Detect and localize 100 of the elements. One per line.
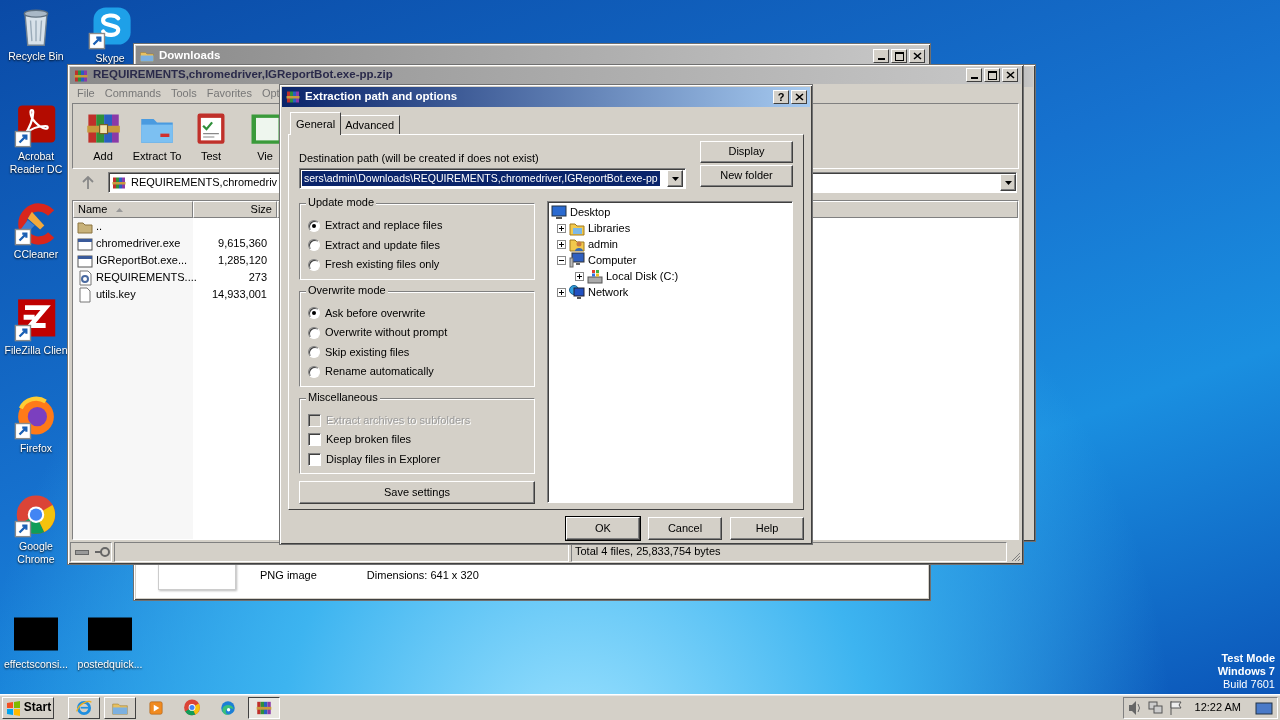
- os-notice-text: Build 7601: [1223, 678, 1275, 691]
- collapse-icon[interactable]: [557, 255, 566, 265]
- file-name[interactable]: chromedriver.exe: [96, 236, 181, 251]
- option-label[interactable]: Display files in Explorer: [326, 452, 441, 467]
- os-notice-text: Test Mode: [1221, 652, 1275, 665]
- browser-icon: [219, 698, 237, 717]
- option-label[interactable]: Overwrite without prompt: [325, 326, 448, 340]
- file-icon: [77, 286, 93, 303]
- close-button[interactable]: [1002, 68, 1018, 82]
- expand-icon[interactable]: [557, 239, 566, 249]
- option-label[interactable]: Rename automatically: [325, 365, 434, 379]
- taskbar-app-button[interactable]: [248, 696, 280, 719]
- file-name[interactable]: ..: [96, 219, 103, 234]
- dialog-button[interactable]: Display: [700, 141, 793, 163]
- expand-icon[interactable]: [557, 287, 566, 297]
- close-button[interactable]: [791, 90, 807, 104]
- browser-icon: [75, 698, 93, 717]
- dialog-button[interactable]: New folder: [700, 165, 793, 187]
- file-size: 273: [248, 270, 267, 285]
- desktop-icon-label[interactable]: Google Chrome: [3, 540, 69, 566]
- up-arrow-icon: [82, 175, 94, 190]
- toolbar-button[interactable]: Add: [77, 108, 129, 164]
- radio-button[interactable]: [308, 258, 320, 271]
- save-settings-button[interactable]: Save settings: [299, 481, 535, 505]
- desktop-app-icon[interactable]: [88, 6, 132, 50]
- desktop-icon-label[interactable]: effectsconsi...: [4, 658, 68, 671]
- tree-item[interactable]: Desktop: [570, 205, 611, 219]
- file-size: 1,285,120: [218, 253, 267, 268]
- sort-arrow-icon: [115, 206, 125, 213]
- desktop-icon-label[interactable]: CCleaner: [13, 248, 59, 261]
- dialog-button[interactable]: Cancel: [648, 517, 722, 540]
- minimize-button[interactable]: [966, 68, 982, 82]
- desktop-icon-label[interactable]: Recycle Bin: [8, 50, 64, 63]
- maximize-button[interactable]: [984, 68, 1000, 82]
- maximize-button[interactable]: [891, 49, 907, 63]
- checkbox[interactable]: [308, 452, 321, 466]
- network-icon: [1147, 699, 1163, 716]
- radio-button[interactable]: [308, 346, 320, 359]
- desktop-app-icon[interactable]: [14, 104, 58, 148]
- dialog-button[interactable]: OK: [566, 517, 640, 540]
- close-button[interactable]: [909, 49, 925, 63]
- desktop-app-icon[interactable]: [14, 494, 58, 538]
- option-label[interactable]: Keep broken files: [326, 433, 411, 447]
- expand-icon[interactable]: [557, 223, 566, 233]
- file-size: 14,933,001: [211, 287, 267, 302]
- flag-icon: [1168, 699, 1183, 716]
- tree-item[interactable]: Libraries: [588, 221, 631, 235]
- start-button[interactable]: Start: [2, 696, 54, 719]
- minimize-icon: [970, 77, 978, 79]
- tree-item[interactable]: Network: [588, 285, 629, 299]
- option-label[interactable]: Extract and replace files: [325, 219, 443, 233]
- toolbar-button[interactable]: Test: [185, 108, 237, 164]
- option-label[interactable]: Ask before overwrite: [325, 306, 426, 321]
- window-title: Downloads: [159, 49, 221, 63]
- group-title: Overwrite mode: [306, 283, 388, 297]
- program-icon: [77, 235, 93, 252]
- destination-path-combobox[interactable]: sers\admin\Downloads\REQUIREMENTS,chromedriver,IGReportBot.exe-pp: [299, 168, 686, 190]
- tree-item[interactable]: Computer: [588, 253, 637, 267]
- tab[interactable]: Advanced: [339, 115, 401, 135]
- drive-icon: [74, 547, 90, 557]
- expand-icon[interactable]: [575, 271, 584, 281]
- file-name[interactable]: IGReportBot.exe...: [96, 253, 188, 268]
- caret-icon: [670, 175, 680, 182]
- dialog-title: Extraction path and options: [305, 90, 458, 104]
- option-label[interactable]: Fresh existing files only: [325, 258, 440, 272]
- tree-item[interactable]: admin: [588, 237, 618, 251]
- radio-button[interactable]: [308, 239, 320, 252]
- file-name[interactable]: REQUIREMENTS....: [96, 270, 197, 285]
- tree-item[interactable]: Local Disk (C:): [606, 269, 679, 283]
- close-icon: [793, 92, 805, 102]
- help-button[interactable]: ?: [773, 90, 789, 104]
- desktop-icon-label[interactable]: Skype: [95, 52, 125, 65]
- option-label[interactable]: Extract and update files: [325, 238, 440, 253]
- dropdown-button[interactable]: [1000, 174, 1016, 191]
- dialog-button[interactable]: Help: [730, 517, 804, 540]
- file-size: 9,615,360: [218, 236, 267, 251]
- group-title: Update mode: [306, 196, 377, 210]
- caret-icon: [1003, 179, 1013, 186]
- checkbox[interactable]: [308, 433, 321, 447]
- desktop-icon-label[interactable]: Acrobat Reader DC: [3, 150, 69, 176]
- radio-button[interactable]: [308, 307, 320, 320]
- tab[interactable]: General: [290, 112, 342, 135]
- drive-icon: [587, 268, 603, 285]
- archive-icon: [285, 89, 301, 105]
- maximize-icon: [987, 70, 997, 80]
- toolbar-button[interactable]: Extract To: [131, 108, 183, 164]
- option-label[interactable]: Skip existing files: [325, 345, 410, 360]
- folder-icon: [569, 220, 585, 237]
- radio-button[interactable]: [308, 365, 320, 378]
- column-header[interactable]: Name: [73, 201, 193, 218]
- desktop-app-icon[interactable]: [14, 298, 58, 342]
- file-name[interactable]: utils.key: [96, 287, 136, 302]
- dropdown-button[interactable]: [667, 170, 683, 188]
- browser-icon: [183, 698, 201, 717]
- minimize-button[interactable]: [873, 49, 889, 63]
- program-icon: [77, 252, 93, 269]
- column-header[interactable]: Size: [193, 201, 277, 218]
- desktop-icon-label[interactable]: Firefox: [19, 442, 53, 455]
- desktop-icon-label[interactable]: FileZilla Clien: [4, 344, 68, 357]
- group-title: Miscellaneous: [306, 390, 380, 404]
